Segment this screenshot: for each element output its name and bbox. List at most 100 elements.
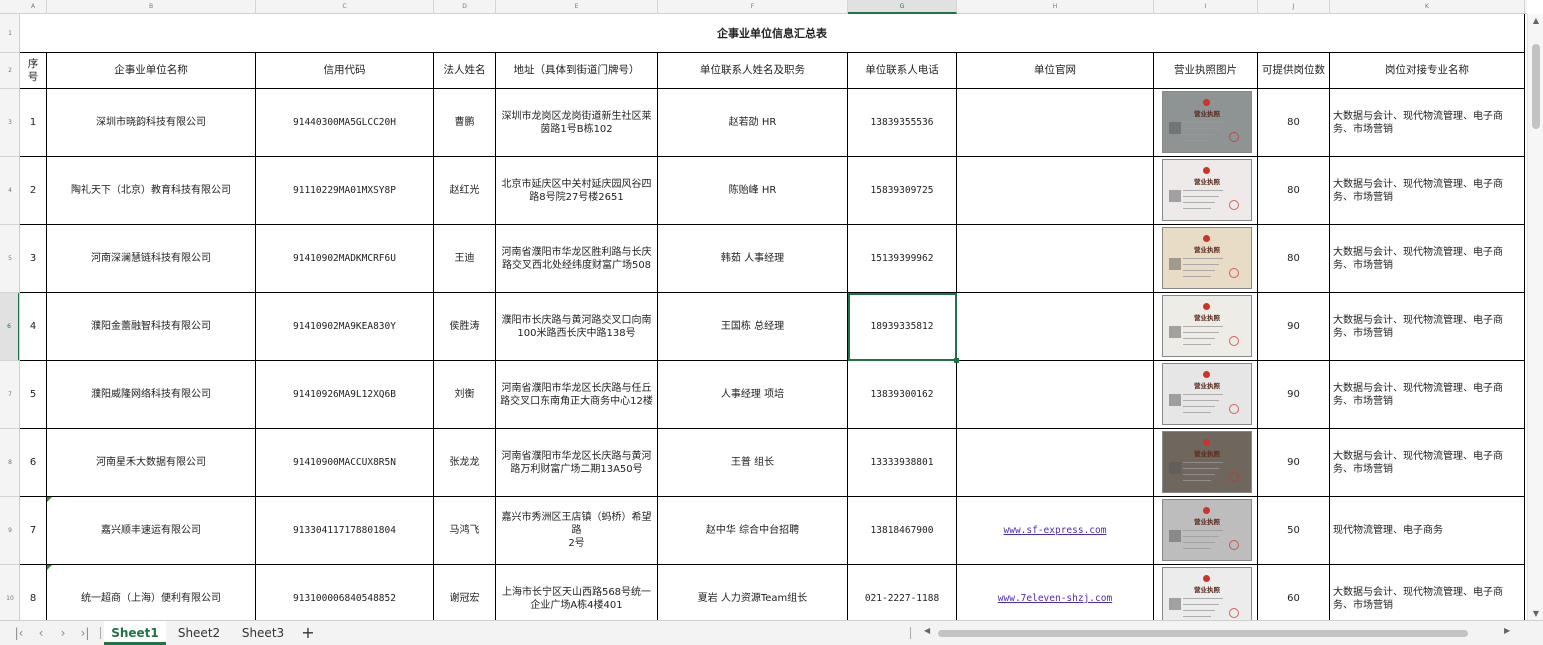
cell-contact[interactable]: 赵中华 综合中台招聘 — [658, 497, 848, 565]
license-image[interactable]: 营业执照 — [1162, 227, 1252, 289]
scroll-down-icon[interactable]: ▼ — [1528, 609, 1543, 618]
cell-majors[interactable]: 大数据与会计、现代物流管理、电子商务、市场营销 — [1330, 225, 1525, 293]
cell-code[interactable]: 91110229MA01MXSY8P — [256, 157, 434, 225]
tab-sheet3[interactable]: Sheet3 — [232, 621, 294, 645]
cell-phone[interactable]: 13818467900 — [848, 497, 957, 565]
cell-legal[interactable]: 谢冠宏 — [434, 565, 496, 620]
column-header-b[interactable]: B — [47, 0, 256, 14]
cell-contact[interactable]: 人事经理 项培 — [658, 361, 848, 429]
cell-contact[interactable]: 夏岩 人力资源Team组长 — [658, 565, 848, 620]
cell-phone[interactable]: 13333938801 — [848, 429, 957, 497]
cell-site[interactable] — [957, 293, 1154, 361]
cell-name[interactable]: 河南星禾大数据有限公司 — [47, 429, 256, 497]
row-header-7[interactable]: 7 — [0, 361, 19, 429]
row-header-10[interactable]: 10 — [0, 565, 19, 620]
license-image[interactable]: 营业执照 — [1162, 499, 1252, 561]
header-license[interactable]: 营业执照图片 — [1154, 53, 1258, 89]
prev-sheet-icon[interactable]: ‹ — [32, 626, 50, 640]
column-header-j[interactable]: J — [1258, 0, 1330, 14]
tab-sheet1[interactable]: Sheet1 — [104, 621, 166, 645]
vertical-scrollbar[interactable]: ▲ ▼ — [1527, 14, 1543, 620]
column-header-g[interactable]: G — [848, 0, 957, 14]
cell-legal[interactable]: 张龙龙 — [434, 429, 496, 497]
cell-majors[interactable]: 现代物流管理、电子商务 — [1330, 497, 1525, 565]
column-header-c[interactable]: C — [256, 0, 434, 14]
cell-majors[interactable]: 大数据与会计、现代物流管理、电子商务、市场营销 — [1330, 565, 1525, 620]
cell-no[interactable]: 3 — [20, 225, 47, 293]
column-header-h[interactable]: H — [957, 0, 1154, 14]
cell-address[interactable]: 濮阳市长庆路与黄河路交叉口向南100米路西长庆中路138号 — [496, 293, 658, 361]
cell-phone[interactable]: 021-2227-1188 — [848, 565, 957, 620]
cell-site[interactable]: www.sf-express.com — [957, 497, 1154, 565]
cell-name[interactable]: 濮阳金蕾融智科技有限公司 — [47, 293, 256, 361]
row-header-1[interactable]: 1 — [0, 14, 19, 53]
scroll-up-icon[interactable]: ▲ — [1528, 16, 1543, 25]
header-address[interactable]: 地址（具体到街道门牌号） — [496, 53, 658, 89]
row-header-8[interactable]: 8 — [0, 429, 19, 497]
header-jobs[interactable]: 可提供岗位数 — [1258, 53, 1330, 89]
cell-phone[interactable]: 13839300162 — [848, 361, 957, 429]
header-name[interactable]: 企事业单位名称 — [47, 53, 256, 89]
cell-jobs[interactable]: 50 — [1258, 497, 1330, 565]
row-header-3[interactable]: 3 — [0, 89, 19, 157]
cell-phone[interactable]: 15139399962 — [848, 225, 957, 293]
cell-code[interactable]: 91410902MA9KEA830Y — [256, 293, 434, 361]
column-header-k[interactable]: K — [1330, 0, 1525, 14]
row-header-6[interactable]: 6 — [0, 293, 19, 361]
sheet-title[interactable]: 企事业单位信息汇总表 — [20, 14, 1525, 53]
scroll-left-icon[interactable]: ◀ — [924, 626, 930, 635]
cell-address[interactable]: 北京市延庆区中关村延庆园风谷四路8号院27号楼2651 — [496, 157, 658, 225]
license-image[interactable]: 营业执照 — [1162, 295, 1252, 357]
cell-majors[interactable]: 大数据与会计、现代物流管理、电子商务、市场营销 — [1330, 89, 1525, 157]
fill-handle[interactable] — [954, 358, 959, 363]
license-image[interactable]: 营业执照 — [1162, 91, 1252, 153]
horizontal-scroll-thumb[interactable] — [938, 630, 1468, 637]
tab-sheet2[interactable]: Sheet2 — [168, 621, 230, 645]
last-sheet-icon[interactable]: ›| — [76, 626, 94, 640]
cell-address[interactable]: 河南省濮阳市华龙区长庆路与任丘路交叉口东南角正大商务中心12楼 — [496, 361, 658, 429]
header-site[interactable]: 单位官网 — [957, 53, 1154, 89]
cell-contact[interactable]: 王国栋 总经理 — [658, 293, 848, 361]
cell-address[interactable]: 上海市长宁区天山西路568号统一企业广场A栋4楼401 — [496, 565, 658, 620]
next-sheet-icon[interactable]: › — [54, 626, 72, 640]
cell-contact[interactable]: 王普 组长 — [658, 429, 848, 497]
cell-no[interactable]: 2 — [20, 157, 47, 225]
cell-legal[interactable]: 曹鹏 — [434, 89, 496, 157]
cell-legal[interactable]: 刘衡 — [434, 361, 496, 429]
cell-majors[interactable]: 大数据与会计、现代物流管理、电子商务、市场营销 — [1330, 429, 1525, 497]
cell-code[interactable]: 91410926MA9L12XQ6B — [256, 361, 434, 429]
cell-jobs[interactable]: 90 — [1258, 429, 1330, 497]
column-header-a[interactable]: A — [20, 0, 47, 14]
cell-code[interactable]: 91440300MA5GLCC20H — [256, 89, 434, 157]
cell-jobs[interactable]: 80 — [1258, 157, 1330, 225]
cell-name[interactable]: 嘉兴顺丰速运有限公司 — [47, 497, 256, 565]
cell-jobs[interactable]: 60 — [1258, 565, 1330, 620]
license-image[interactable]: 营业执照 — [1162, 431, 1252, 493]
cell-contact[interactable]: 韩茹 人事经理 — [658, 225, 848, 293]
cell-majors[interactable]: 大数据与会计、现代物流管理、电子商务、市场营销 — [1330, 157, 1525, 225]
cell-jobs[interactable]: 90 — [1258, 293, 1330, 361]
cell-phone[interactable]: 15839309725 — [848, 157, 957, 225]
cell-jobs[interactable]: 90 — [1258, 361, 1330, 429]
cell-legal[interactable]: 赵红光 — [434, 157, 496, 225]
header-legal[interactable]: 法人姓名 — [434, 53, 496, 89]
cell-legal[interactable]: 侯胜涛 — [434, 293, 496, 361]
cell-site[interactable]: www.7eleven-shzj.com — [957, 565, 1154, 620]
cell-phone[interactable]: 18939335812 — [848, 293, 957, 361]
cell-code[interactable]: 913304117178801804 — [256, 497, 434, 565]
cell-address[interactable]: 河南省濮阳市华龙区长庆路与黄河路万利财富广场二期13A50号 — [496, 429, 658, 497]
cell-contact[interactable]: 陈贻峰 HR — [658, 157, 848, 225]
cell-code[interactable]: 91310000684054885​2 — [256, 565, 434, 620]
cell-no[interactable]: 5 — [20, 361, 47, 429]
cell-name[interactable]: 统一超商（上海）便利有限公司 — [47, 565, 256, 620]
cell-phone[interactable]: 13839355536 — [848, 89, 957, 157]
column-header-d[interactable]: D — [434, 0, 496, 14]
cell-site[interactable] — [957, 429, 1154, 497]
cell-legal[interactable]: 马鸿飞 — [434, 497, 496, 565]
row-header-5[interactable]: 5 — [0, 225, 19, 293]
cell-address[interactable]: 河南省濮阳市华龙区胜利路与长庆路交叉西北处经纬度财富广场508 — [496, 225, 658, 293]
header-code[interactable]: 信用代码 — [256, 53, 434, 89]
cell-site[interactable] — [957, 225, 1154, 293]
cell-no[interactable]: 8 — [20, 565, 47, 620]
row-header-9[interactable]: 9 — [0, 497, 19, 565]
